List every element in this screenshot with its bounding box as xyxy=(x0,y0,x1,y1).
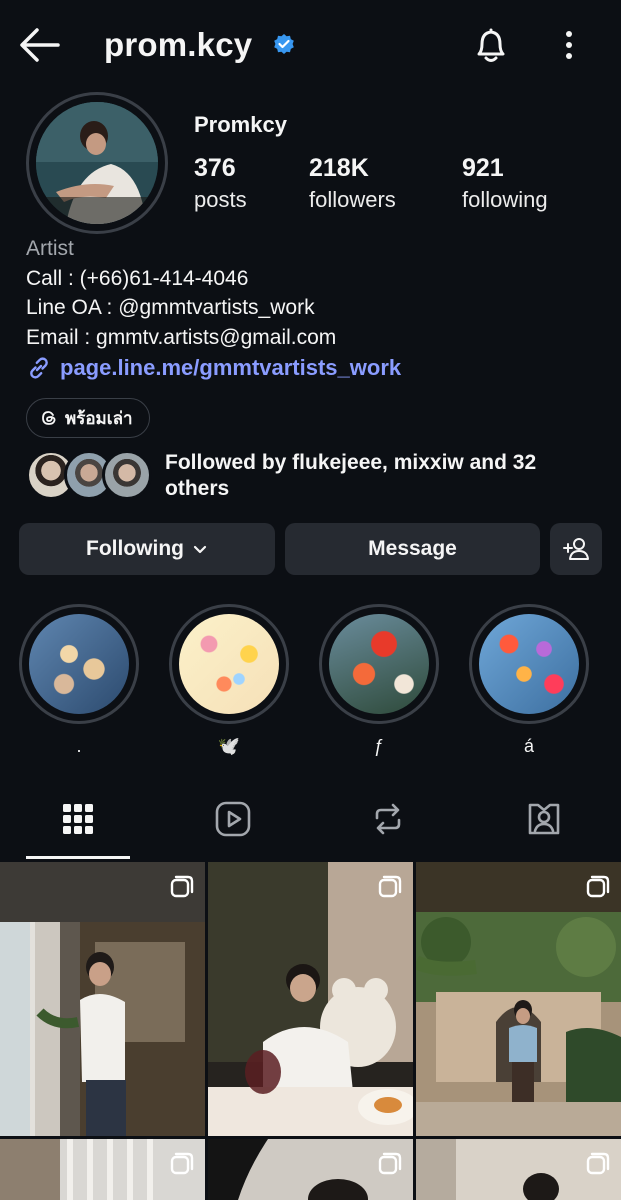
stat-following-label: following xyxy=(462,187,548,212)
avatar-photo xyxy=(36,102,158,224)
tab-tagged[interactable] xyxy=(466,790,621,860)
stat-followers-count: 218K xyxy=(309,154,369,182)
bell-icon[interactable] xyxy=(470,24,512,66)
post-thumbnail[interactable] xyxy=(416,862,621,1136)
highlight-ring xyxy=(319,604,439,724)
verified-badge-icon xyxy=(274,34,294,54)
bio: Artist Call : (+66)61-414-4046 Line OA :… xyxy=(26,234,336,352)
highlight-3[interactable]: ƒ xyxy=(319,604,439,760)
highlight-label: . xyxy=(76,736,82,756)
stat-followers[interactable]: 218K followers xyxy=(309,154,396,213)
stat-posts-count: 376 xyxy=(194,154,236,182)
carousel-icon xyxy=(586,875,610,898)
profile-header: prom.kcy xyxy=(0,0,621,92)
carousel-icon xyxy=(170,1152,194,1175)
tagged-icon xyxy=(528,803,559,835)
bio-link[interactable]: page.line.me/gmmtvartists_work xyxy=(26,355,401,381)
mutual-followers-avatars[interactable] xyxy=(26,450,152,502)
bio-line-call: Call : (+66)61-414-4046 xyxy=(26,266,249,290)
post-thumbnail[interactable] xyxy=(416,1139,621,1200)
following-button-label: Following xyxy=(86,537,184,560)
stat-posts-label: posts xyxy=(194,187,247,212)
stat-following[interactable]: 921 following xyxy=(462,154,548,213)
highlight-ring xyxy=(469,604,589,724)
followed-by-text[interactable]: Followed by flukejeee, mixxiw and 32 oth… xyxy=(165,450,595,502)
carousel-icon xyxy=(586,1152,610,1175)
suggested-users-button[interactable] xyxy=(550,523,602,575)
stat-followers-label: followers xyxy=(309,187,396,212)
tab-reels[interactable] xyxy=(155,790,310,860)
post-thumbnail[interactable] xyxy=(208,862,413,1136)
active-tab-indicator xyxy=(26,856,130,859)
highlight-label: á xyxy=(523,736,534,756)
threads-icon xyxy=(42,411,56,425)
post-thumbnail[interactable] xyxy=(0,862,205,1136)
carousel-icon xyxy=(170,875,194,898)
highlight-cover xyxy=(29,614,129,714)
carousel-icon xyxy=(378,875,402,898)
highlight-label: 🕊️ xyxy=(217,736,241,756)
bio-category: Artist xyxy=(26,237,74,260)
profile-tabs xyxy=(0,790,621,860)
tab-posts-grid[interactable] xyxy=(0,790,155,860)
posts-grid xyxy=(0,862,621,1200)
highlight-cover xyxy=(179,614,279,714)
chevron-down-icon xyxy=(193,545,207,554)
threads-label: พร้อมเล่า xyxy=(65,408,133,428)
following-button[interactable]: Following xyxy=(19,523,275,575)
highlight-ring xyxy=(19,604,139,724)
username: prom.kcy xyxy=(104,26,253,63)
post-thumbnail[interactable] xyxy=(208,1139,413,1200)
highlight-ring xyxy=(169,604,289,724)
tab-reposts[interactable] xyxy=(310,790,465,860)
highlight-cover xyxy=(329,614,429,714)
highlight-cover xyxy=(479,614,579,714)
link-icon xyxy=(30,357,48,379)
post-image xyxy=(0,862,205,1136)
add-person-icon xyxy=(563,538,589,560)
bio-line-line-oa: Line OA : @gmmtvartists_work xyxy=(26,296,315,319)
highlight-1[interactable]: . xyxy=(19,604,139,760)
message-button[interactable]: Message xyxy=(285,523,540,575)
profile-avatar[interactable] xyxy=(36,102,158,224)
back-arrow-icon[interactable] xyxy=(18,26,60,64)
message-button-label: Message xyxy=(368,537,457,560)
carousel-icon xyxy=(378,1152,402,1175)
stat-following-count: 921 xyxy=(462,154,504,182)
post-image xyxy=(208,862,413,1136)
grid-icon xyxy=(62,804,93,834)
highlight-4[interactable]: á xyxy=(469,604,589,760)
bio-line-email: Email : gmmtv.artists@gmail.com xyxy=(26,325,337,349)
reposts-icon xyxy=(375,803,400,835)
highlight-label: ƒ xyxy=(373,736,384,756)
more-vertical-icon[interactable] xyxy=(556,26,582,66)
stat-posts[interactable]: 376 posts xyxy=(194,154,247,213)
display-name: Promkcy xyxy=(194,112,287,137)
post-image xyxy=(416,862,621,1136)
threads-badge[interactable]: พร้อมเล่า xyxy=(26,398,150,438)
bio-link-text: page.line.me/gmmtvartists_work xyxy=(60,355,402,380)
highlight-2[interactable]: 🕊️ xyxy=(169,604,289,760)
reels-icon xyxy=(215,801,250,837)
post-thumbnail[interactable] xyxy=(0,1139,205,1200)
avatar xyxy=(102,450,152,500)
